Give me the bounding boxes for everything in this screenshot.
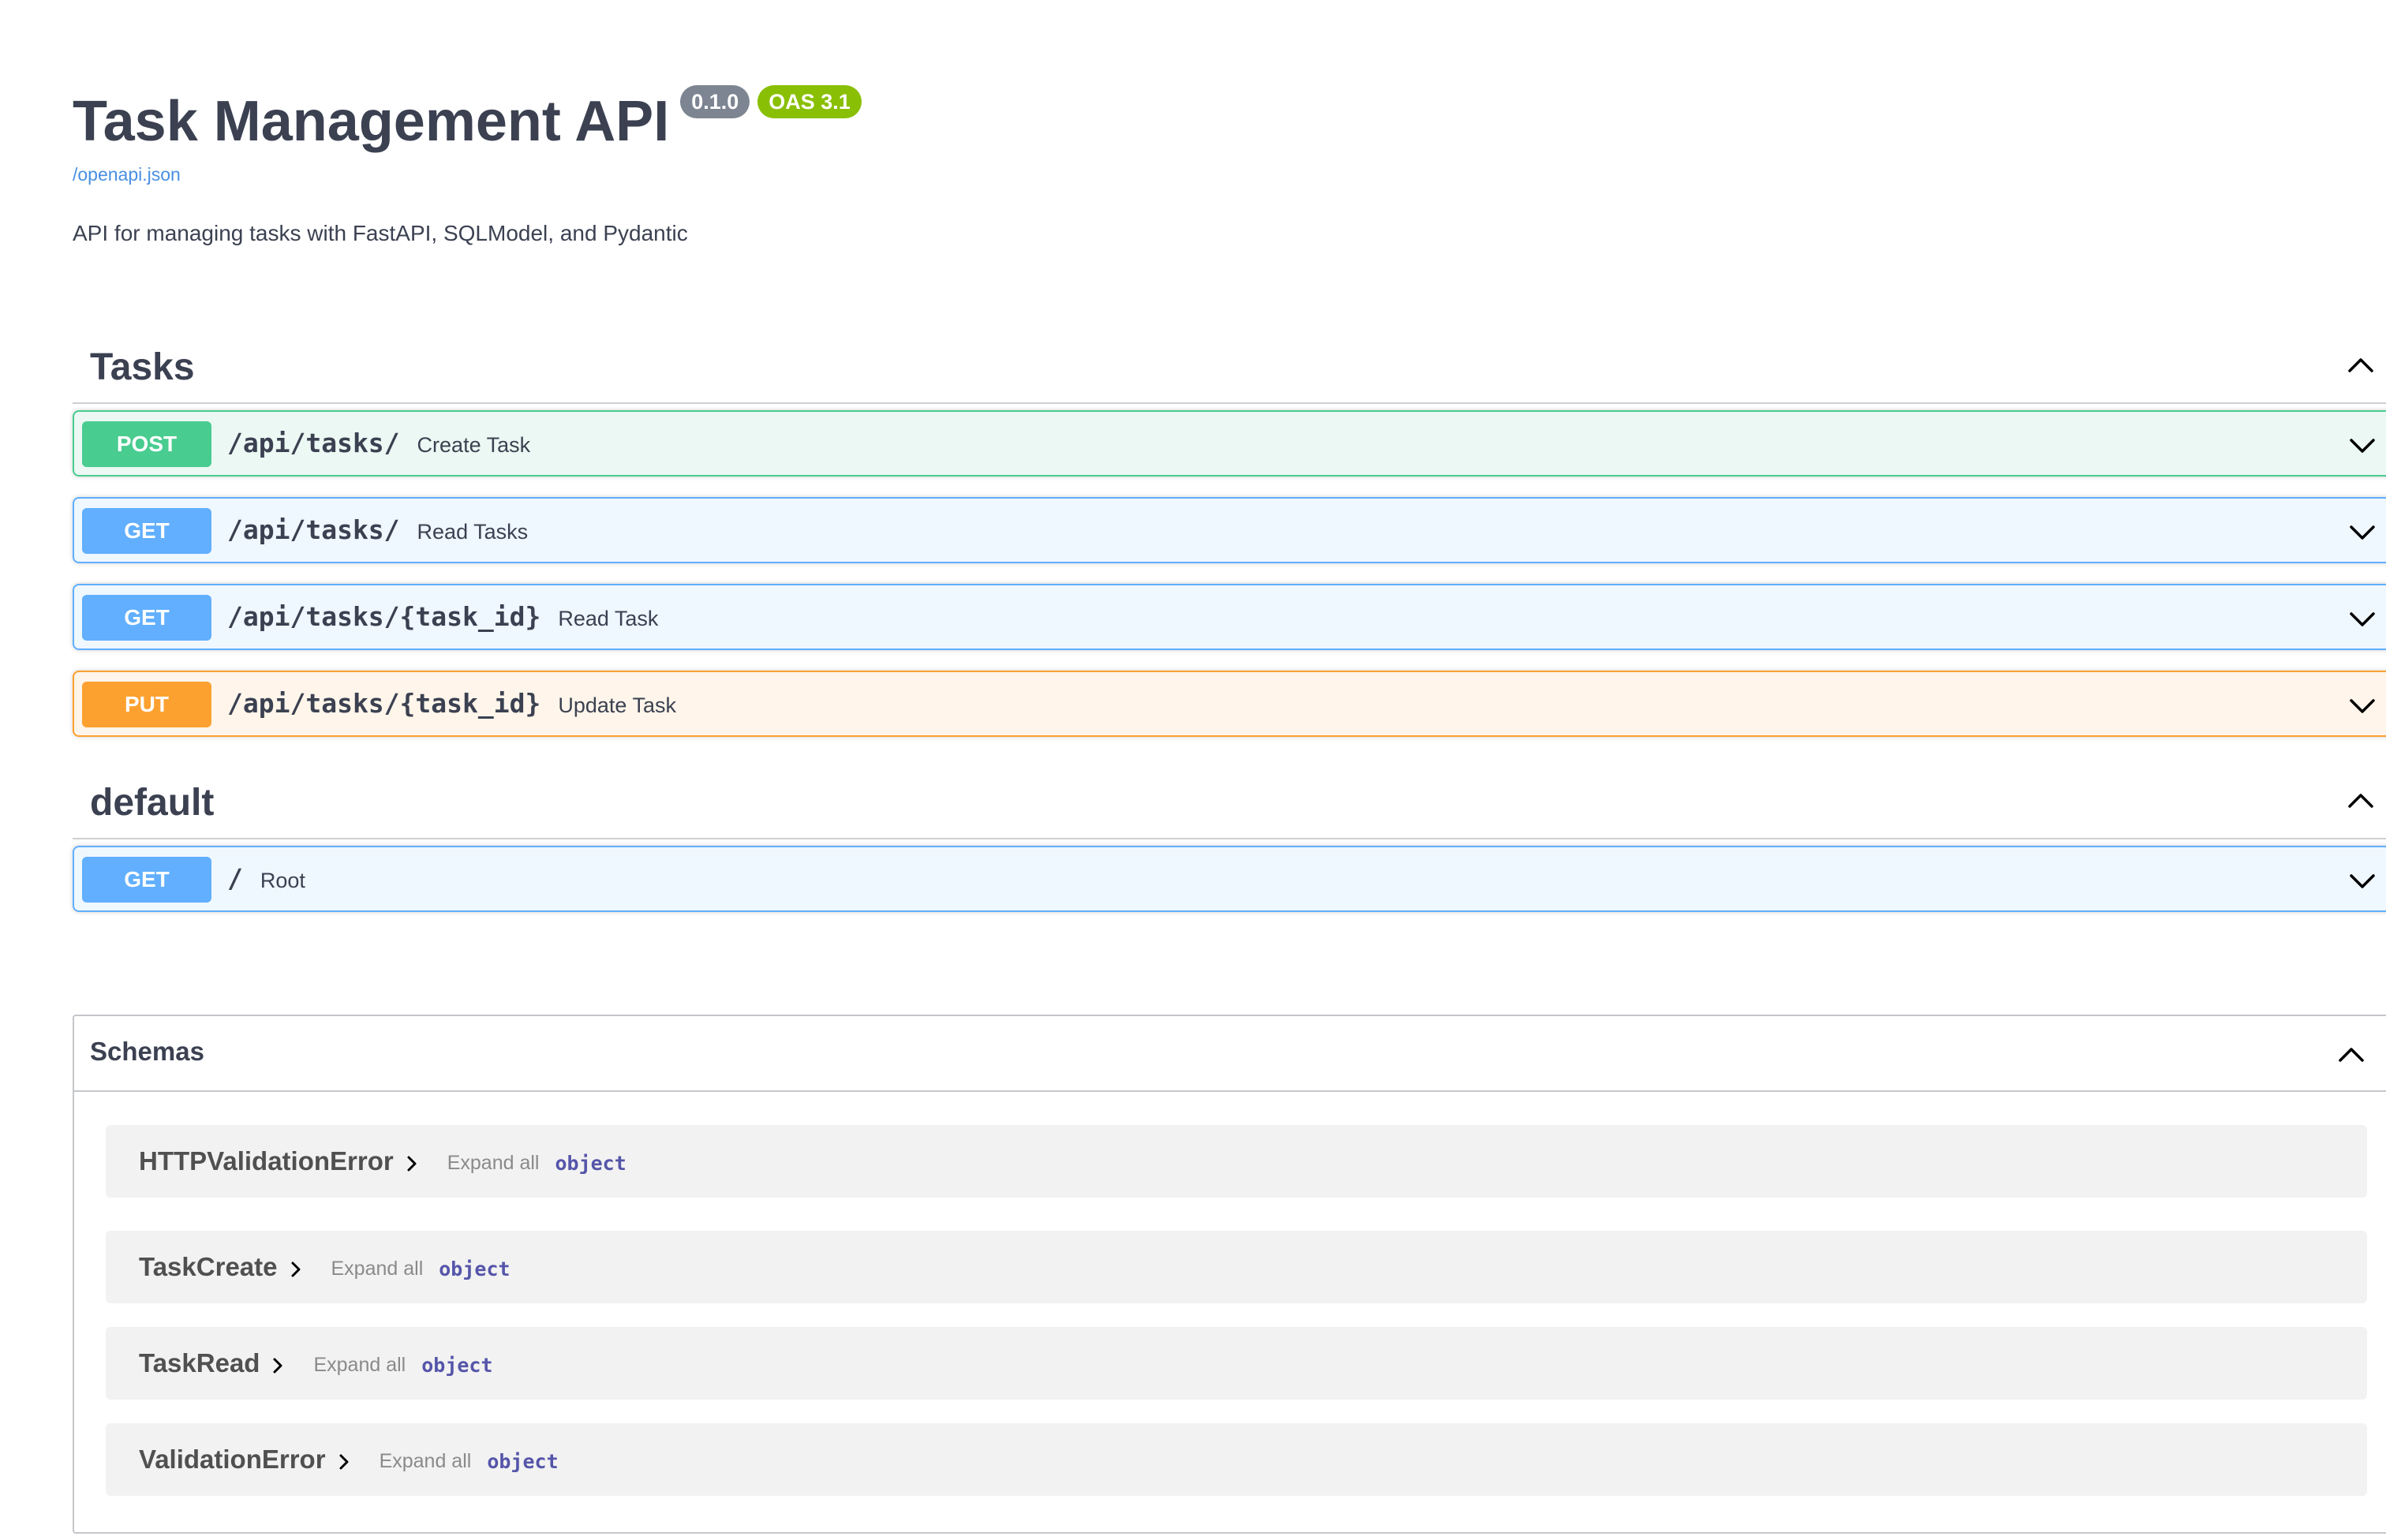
model-name[interactable]: HTTPValidationError (139, 1146, 394, 1176)
chevron-down-icon[interactable] (2347, 603, 2378, 634)
schemas-title: Schemas (90, 1037, 204, 1066)
method-badge: PUT (82, 682, 211, 727)
model-container: HTTPValidationError Expand all object (106, 1125, 2367, 1198)
model-container: TaskRead Expand all object (106, 1327, 2367, 1400)
title-row: Task Management API 0.1.0 OAS 3.1 (73, 85, 862, 150)
operation-summary: Update Task (558, 693, 676, 717)
chevron-right-icon[interactable] (287, 1261, 305, 1278)
operation-post-api-tasks[interactable]: POST /api/tasks/ Create Task (73, 410, 2386, 477)
operation-get-root[interactable]: GET / Root (73, 846, 2386, 912)
expand-all-button[interactable]: Expand all (313, 1354, 406, 1377)
path-text: /api/tasks/{task_id} (227, 688, 541, 719)
chevron-right-icon[interactable] (335, 1453, 353, 1471)
chevron-up-icon[interactable] (2336, 1038, 2367, 1070)
method-badge: GET (82, 595, 211, 641)
model-container: TaskCreate Expand all object (106, 1231, 2367, 1303)
chevron-down-icon[interactable] (2347, 516, 2378, 548)
operation-get-api-task-by-id[interactable]: GET /api/tasks/{task_id} Read Task (73, 584, 2386, 650)
swagger-ui: Task Management API 0.1.0 OAS 3.1 /opena… (73, 0, 2386, 1534)
path-text: /api/tasks/ (227, 428, 400, 458)
chevron-right-icon[interactable] (269, 1357, 286, 1374)
operation-get-api-tasks[interactable]: GET /api/tasks/ Read Tasks (73, 497, 2386, 563)
tag-title: Tasks (90, 346, 195, 388)
path-text: / (227, 863, 243, 894)
model-row[interactable]: ValidationError Expand all object (139, 1423, 559, 1496)
model-type: object (439, 1257, 510, 1280)
operation-summary: Create Task (417, 433, 531, 457)
expand-all-button[interactable]: Expand all (447, 1152, 540, 1175)
model-name[interactable]: ValidationError (139, 1445, 326, 1475)
operation-put-api-task-by-id[interactable]: PUT /api/tasks/{task_id} Update Task (73, 671, 2386, 737)
operation-path: /api/tasks/{task_id} Update Task (227, 688, 676, 719)
operation-path: / Root (227, 863, 305, 894)
tag-header-default[interactable]: default (73, 761, 2386, 839)
api-title: Task Management API (73, 90, 670, 153)
chevron-down-icon[interactable] (2347, 429, 2378, 461)
operation-summary: Root (260, 869, 305, 892)
api-description: API for managing tasks with FastAPI, SQL… (73, 221, 688, 245)
openapi-json-link[interactable]: /openapi.json (73, 164, 181, 185)
version-badge: 0.1.0 (680, 85, 750, 118)
model-type: object (555, 1151, 626, 1175)
schemas-header[interactable]: Schemas (74, 1016, 2386, 1092)
operation-path: /api/tasks/ Create Task (227, 428, 530, 458)
chevron-up-icon[interactable] (2345, 349, 2377, 380)
model-name[interactable]: TaskRead (139, 1348, 260, 1378)
method-badge: GET (82, 508, 211, 554)
model-type: object (421, 1353, 493, 1377)
path-text: /api/tasks/ (227, 514, 400, 545)
method-badge: POST (82, 421, 211, 467)
model-name[interactable]: TaskCreate (139, 1252, 278, 1282)
expand-all-button[interactable]: Expand all (380, 1450, 472, 1473)
model-row[interactable]: TaskRead Expand all object (139, 1327, 493, 1400)
operation-path: /api/tasks/ Read Tasks (227, 514, 528, 545)
model-row[interactable]: HTTPValidationError Expand all object (139, 1125, 626, 1198)
operation-path: /api/tasks/{task_id} Read Task (227, 601, 658, 632)
path-text: /api/tasks/{task_id} (227, 601, 541, 632)
chevron-right-icon[interactable] (403, 1155, 421, 1172)
chevron-up-icon[interactable] (2345, 784, 2377, 816)
schemas-section: Schemas HTTPValidationError Expand all o… (73, 1015, 2386, 1534)
chevron-down-icon[interactable] (2347, 690, 2378, 721)
model-container: ValidationError Expand all object (106, 1423, 2367, 1496)
tag-title: default (90, 782, 215, 824)
api-info: Task Management API 0.1.0 OAS 3.1 /opena… (73, 0, 2386, 260)
chevron-down-icon[interactable] (2347, 865, 2378, 896)
expand-all-button[interactable]: Expand all (331, 1258, 424, 1280)
oas-badge: OAS 3.1 (757, 85, 862, 118)
operation-summary: Read Tasks (417, 520, 529, 544)
tag-header-tasks[interactable]: Tasks (73, 325, 2386, 404)
method-badge: GET (82, 857, 211, 903)
model-type: object (487, 1449, 559, 1473)
operation-summary: Read Task (558, 607, 659, 630)
model-row[interactable]: TaskCreate Expand all object (139, 1231, 510, 1303)
